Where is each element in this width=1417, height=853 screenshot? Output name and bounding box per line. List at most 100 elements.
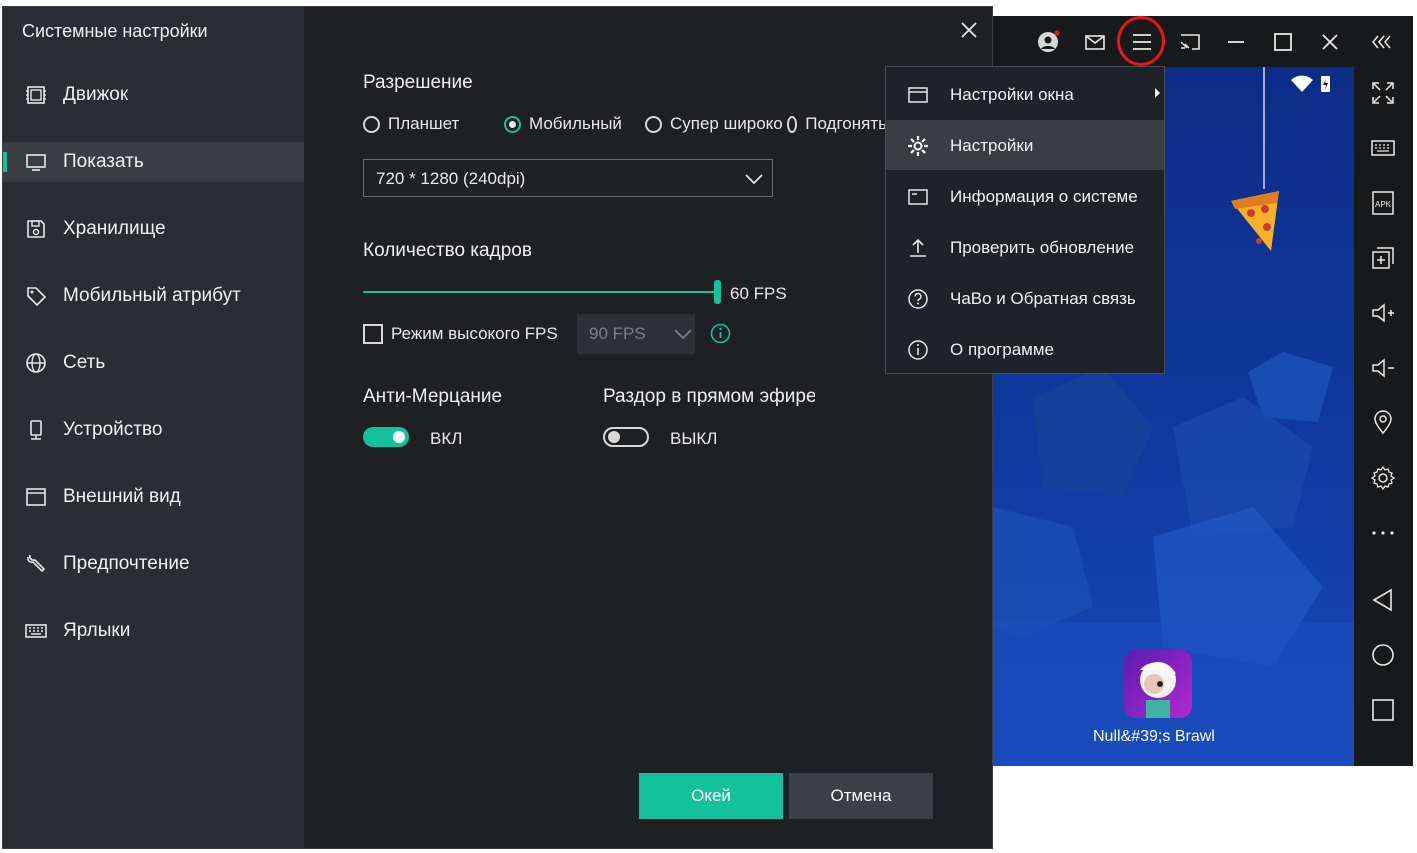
- settings-dialog: Системные настройки Движок Показать Хран…: [2, 6, 993, 849]
- menu-item-about[interactable]: О программе: [886, 324, 1164, 374]
- high-fps-select[interactable]: 90 FPS: [577, 314, 695, 354]
- info-icon[interactable]: [710, 323, 731, 344]
- nav-label: Мобильный атрибут: [63, 285, 241, 306]
- nav-item-storage[interactable]: Хранилище: [3, 209, 304, 249]
- phone-icon: [30, 420, 42, 440]
- more-icon[interactable]: [1370, 520, 1396, 546]
- volume-down-icon[interactable]: [1370, 355, 1396, 381]
- keyboard-icon: [25, 624, 47, 638]
- high-fps-checkbox[interactable]: [363, 324, 383, 344]
- framerate-heading: Количество кадров: [363, 240, 532, 261]
- nav-label: Ярлыки: [63, 620, 131, 641]
- anti-flicker-toggle[interactable]: [363, 427, 409, 447]
- radio-fit[interactable]: Подгонять: [787, 114, 887, 134]
- info-icon: [908, 340, 928, 360]
- menu-item-window-settings[interactable]: Настройки окна: [886, 69, 1164, 119]
- nav-label: Движок: [63, 84, 129, 105]
- svg-text:APK: APK: [1375, 200, 1392, 209]
- submenu-arrow-icon: [1155, 88, 1160, 98]
- fullscreen-icon[interactable]: [1370, 80, 1396, 106]
- settings-sidebar: Системные настройки Движок Показать Хран…: [3, 7, 304, 848]
- nav-item-appearance[interactable]: Внешний вид: [3, 477, 304, 517]
- add-window-icon[interactable]: [1370, 245, 1396, 271]
- radio-mobile[interactable]: Мобильный: [504, 114, 622, 134]
- nav-item-shortcuts[interactable]: Ярлыки: [3, 611, 304, 651]
- discord-toggle[interactable]: [603, 427, 649, 447]
- menu-item-label: Проверить обновление: [950, 238, 1135, 257]
- close-icon[interactable]: [958, 19, 980, 41]
- highlight-ring: [1117, 16, 1165, 66]
- tag-icon: [27, 287, 47, 307]
- ok-button[interactable]: Окей: [639, 773, 783, 819]
- nav-item-network[interactable]: Сеть: [3, 343, 304, 383]
- menu-item-faq[interactable]: ЧаВо и Обратная связь: [886, 273, 1164, 323]
- radio-circle: [504, 115, 521, 133]
- anti-flicker-heading: Анти-Мерцание: [363, 386, 503, 407]
- high-fps-value: 90 FPS: [589, 324, 646, 343]
- app-label: Null&#39;s Brawl: [1093, 728, 1215, 745]
- radio-circle: [645, 115, 662, 133]
- chip-icon: [26, 86, 46, 104]
- volume-up-icon[interactable]: [1370, 300, 1396, 326]
- close-icon[interactable]: [1318, 30, 1342, 54]
- nav-item-mobile-attr[interactable]: Мобильный атрибут: [3, 276, 304, 316]
- gear-icon: [908, 136, 928, 156]
- collapse-icon[interactable]: [1370, 30, 1394, 54]
- menu-item-check-update[interactable]: Проверить обновление: [886, 222, 1164, 272]
- nav-item-display[interactable]: Показать: [3, 142, 304, 182]
- fps-slider-thumb[interactable]: [714, 280, 721, 304]
- cancel-button[interactable]: Отмена: [789, 773, 933, 819]
- fps-slider-track[interactable]: [363, 291, 717, 293]
- apk-icon[interactable]: APK: [1370, 190, 1396, 216]
- radio-label: Планшет: [388, 114, 460, 133]
- nav-label: Хранилище: [63, 218, 166, 239]
- radio-label: Подгонять: [805, 114, 887, 133]
- menu-item-label: О программе: [950, 340, 1055, 359]
- menu-item-label: Настройки окна: [950, 85, 1074, 104]
- screen-cast-icon[interactable]: [1178, 30, 1202, 54]
- menu-item-label: ЧаВо и Обратная связь: [950, 289, 1136, 308]
- radio-super-wide[interactable]: Супер широко: [645, 114, 787, 134]
- options-menu: Настройки окна Настройки Информация о си…: [885, 66, 1165, 374]
- upload-icon: [910, 238, 926, 257]
- location-icon[interactable]: [1370, 409, 1396, 435]
- pizza-icon: [1231, 191, 1279, 251]
- menu-item-settings[interactable]: Настройки: [886, 120, 1164, 170]
- window-icon: [908, 189, 928, 205]
- nav-label: Внешний вид: [63, 486, 181, 507]
- mail-icon[interactable]: [1083, 30, 1107, 54]
- recents-icon[interactable]: [1370, 697, 1396, 723]
- minimize-icon[interactable]: [1224, 30, 1248, 54]
- radio-tablet[interactable]: Планшет: [363, 114, 459, 134]
- radio-label: Мобильный: [529, 114, 622, 133]
- wrench-icon: [27, 554, 46, 573]
- window-icon: [908, 87, 928, 103]
- nav-item-device[interactable]: Устройство: [3, 410, 304, 450]
- nav-label: Показать: [63, 151, 144, 172]
- menu-item-system-info[interactable]: Информация о системе: [886, 171, 1164, 221]
- home-icon[interactable]: [1370, 642, 1396, 668]
- globe-icon: [26, 353, 46, 373]
- floppy-icon: [27, 220, 45, 238]
- radio-circle: [787, 115, 798, 133]
- maximize-icon[interactable]: [1271, 30, 1295, 54]
- chevron-down-icon: [745, 174, 763, 185]
- anti-flicker-state: ВКЛ: [430, 429, 463, 448]
- gear-icon[interactable]: [1370, 465, 1396, 491]
- window-icon: [26, 488, 46, 506]
- back-icon[interactable]: [1370, 587, 1396, 613]
- chevron-down-icon: [674, 329, 692, 340]
- nav-item-preferences[interactable]: Предпочтение: [3, 544, 304, 584]
- menu-item-label: Информация о системе: [950, 187, 1138, 206]
- dialog-title: Системные настройки: [22, 21, 208, 41]
- user-icon[interactable]: [1036, 30, 1060, 54]
- discord-heading: Раздор в прямом эфире: [603, 386, 815, 407]
- nav-label: Сеть: [63, 352, 106, 373]
- keyboard-icon[interactable]: [1370, 135, 1396, 161]
- app-icon[interactable]: [1124, 650, 1192, 718]
- radio-circle: [363, 115, 380, 133]
- resolution-heading: Разрешение: [363, 72, 473, 93]
- high-fps-label: Режим высокого FPS: [391, 324, 558, 343]
- resolution-select[interactable]: 720 * 1280 (240dpi): [363, 159, 773, 197]
- nav-item-engine[interactable]: Движок: [3, 75, 304, 115]
